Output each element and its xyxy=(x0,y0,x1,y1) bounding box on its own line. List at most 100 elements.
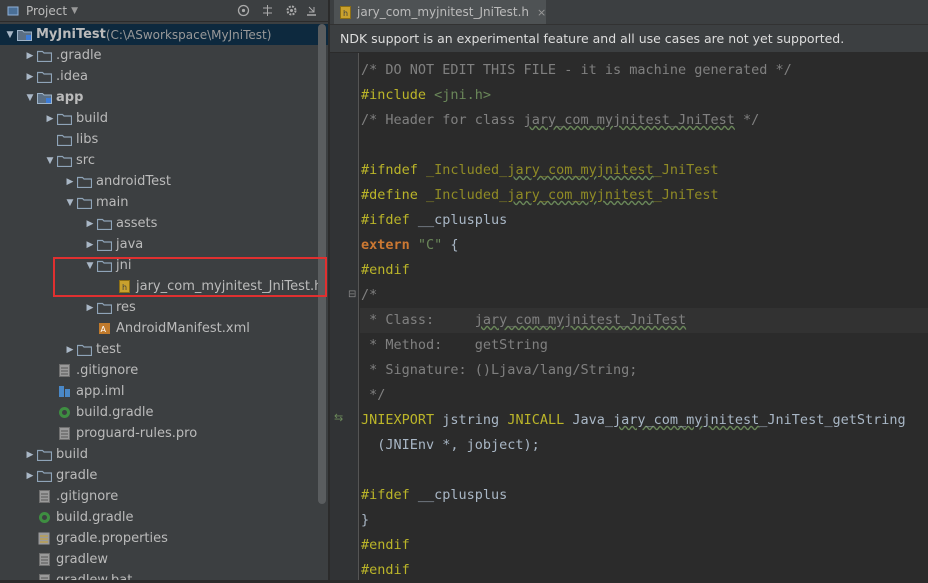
expand-arrow-icon[interactable]: ▼ xyxy=(64,197,76,209)
tree-item[interactable]: ▼ MyJniTest (C:\ASworkspace\MyJniTest) xyxy=(0,24,328,45)
code-line[interactable] xyxy=(360,133,928,158)
tree-item[interactable]: gradlew xyxy=(0,549,328,570)
tree-item[interactable]: A AndroidManifest.xml xyxy=(0,318,328,339)
collapse-arrow-icon[interactable]: ▶ xyxy=(84,239,96,251)
tree-item[interactable]: gradle.properties xyxy=(0,528,328,549)
collapse-all-icon[interactable] xyxy=(260,4,274,18)
collapse-arrow-icon[interactable]: ▶ xyxy=(84,218,96,230)
code-line[interactable]: /* xyxy=(360,283,928,308)
tree-item-label: build xyxy=(76,111,108,126)
module-icon xyxy=(16,28,32,42)
code-line[interactable]: #ifdef __cplusplus xyxy=(360,208,928,233)
code-line[interactable]: #ifndef _Included_jary_com_myjnitest_Jni… xyxy=(360,158,928,183)
code-line[interactable]: #include <jni.h> xyxy=(360,83,928,108)
tree-item[interactable]: ▶ java xyxy=(0,234,328,255)
folder-icon xyxy=(56,154,72,168)
folder-icon xyxy=(56,112,72,126)
editor-tab[interactable]: h jary_com_myjnitest_JniTest.h × xyxy=(334,0,546,24)
code-line[interactable]: #endif xyxy=(360,533,928,558)
code-line[interactable]: #endif xyxy=(360,558,928,583)
hide-panel-icon[interactable] xyxy=(304,4,318,18)
tree-item[interactable]: ▶ .idea xyxy=(0,66,328,87)
tree-item[interactable]: proguard-rules.pro xyxy=(0,423,328,444)
tree-item-label: gradlew xyxy=(56,552,109,567)
code-token: #endif xyxy=(361,562,410,578)
code-token: (JNIEnv *, jobject); xyxy=(361,437,540,453)
collapse-arrow-icon[interactable]: ▶ xyxy=(24,50,36,62)
code-line[interactable]: extern "C" { xyxy=(360,233,928,258)
collapse-arrow-icon[interactable]: ▶ xyxy=(84,302,96,314)
navigate-icon[interactable]: ⇆ xyxy=(334,411,343,424)
code-line[interactable]: JNIEXPORT jstring JNICALL Java_jary_com_… xyxy=(360,408,928,433)
tree-item-label: app xyxy=(56,90,84,105)
project-panel-title[interactable]: Project xyxy=(26,4,67,18)
tree-item[interactable]: ▶ assets xyxy=(0,213,328,234)
code-token: jstring xyxy=(442,412,508,428)
text-file-icon xyxy=(36,553,52,567)
code-token: #ifdef xyxy=(361,487,418,503)
chevron-down-icon[interactable]: ▼ xyxy=(71,6,78,16)
tree-item[interactable]: ▶ test xyxy=(0,339,328,360)
tree-item-label: build.gradle xyxy=(76,405,154,420)
code-token: JNICALL xyxy=(507,412,573,428)
tree-item[interactable]: .gitignore xyxy=(0,486,328,507)
tree-item-label: gradle.properties xyxy=(56,531,168,546)
tree-item[interactable]: ▼ main xyxy=(0,192,328,213)
tree-item[interactable]: build.gradle xyxy=(0,402,328,423)
tree-item[interactable]: ▼ src xyxy=(0,150,328,171)
gear-icon[interactable] xyxy=(284,4,298,18)
collapse-arrow-icon[interactable]: ▶ xyxy=(44,113,56,125)
folder-icon xyxy=(76,196,92,210)
tree-item-label: assets xyxy=(116,216,158,231)
collapse-arrow-icon[interactable]: ▶ xyxy=(64,176,76,188)
collapse-arrow-icon[interactable]: ▶ xyxy=(64,344,76,356)
tree-item[interactable]: ▼ app xyxy=(0,87,328,108)
expand-arrow-icon[interactable]: ▼ xyxy=(4,29,16,41)
tree-item-label: main xyxy=(96,195,129,210)
project-view-icon[interactable] xyxy=(6,4,20,18)
code-line[interactable]: /* Header for class jary_com_myjnitest_J… xyxy=(360,108,928,133)
code-line[interactable]: * Signature: ()Ljava/lang/String; xyxy=(360,358,928,383)
code-token: } xyxy=(361,512,370,528)
code-line[interactable]: */ xyxy=(360,383,928,408)
expand-arrow-icon[interactable]: ▼ xyxy=(44,155,56,167)
text-file-icon xyxy=(36,574,52,580)
code-token: _Included_ xyxy=(426,187,508,203)
code-line[interactable]: #endif xyxy=(360,258,928,283)
tree-item[interactable]: ▶ gradle xyxy=(0,465,328,486)
tree-item[interactable]: app.iml xyxy=(0,381,328,402)
tree-item-label: build.gradle xyxy=(56,510,134,525)
tree-item[interactable]: libs xyxy=(0,129,328,150)
close-icon[interactable]: × xyxy=(537,6,546,19)
code-line[interactable]: #ifdef __cplusplus xyxy=(360,483,928,508)
tree-item[interactable]: ▶ res xyxy=(0,297,328,318)
tree-item-label: MyJniTest xyxy=(36,27,106,42)
code-line[interactable] xyxy=(360,458,928,483)
tree-item[interactable]: ▶ androidTest xyxy=(0,171,328,192)
collapse-arrow-icon[interactable]: ▶ xyxy=(24,71,36,83)
code-line[interactable]: #define _Included_jary_com_myjnitest_Jni… xyxy=(360,183,928,208)
expand-arrow-icon[interactable]: ▼ xyxy=(24,92,36,104)
tree-item[interactable]: ▶ build xyxy=(0,108,328,129)
code-line[interactable]: (JNIEnv *, jobject); xyxy=(360,433,928,458)
locate-icon[interactable] xyxy=(236,4,250,18)
collapse-arrow-icon[interactable]: ▶ xyxy=(24,449,36,461)
code-line[interactable]: /* DO NOT EDIT THIS FILE - it is machine… xyxy=(360,58,928,83)
tree-item[interactable]: ▶ build xyxy=(0,444,328,465)
editor-gutter[interactable]: ⊟ ⇆ xyxy=(330,53,359,580)
fold-icon[interactable]: ⊟ xyxy=(348,289,356,300)
collapse-arrow-icon[interactable]: ▶ xyxy=(24,470,36,482)
code-line[interactable]: } xyxy=(360,508,928,533)
code-line[interactable]: * Method: getString xyxy=(360,333,928,358)
tree-item[interactable]: ▶ .gradle xyxy=(0,45,328,66)
tree-item[interactable]: build.gradle xyxy=(0,507,328,528)
tree-item[interactable]: .gitignore xyxy=(0,360,328,381)
code-token: /* Header for class xyxy=(361,112,524,128)
code-token: /* DO NOT EDIT THIS FILE - it is machine… xyxy=(361,62,792,78)
code-line[interactable]: * Class: jary_com_myjnitest_JniTest xyxy=(360,308,928,333)
tree-item[interactable]: gradlew.bat xyxy=(0,570,328,580)
code-token: jary_com_myjnitest xyxy=(507,162,654,178)
